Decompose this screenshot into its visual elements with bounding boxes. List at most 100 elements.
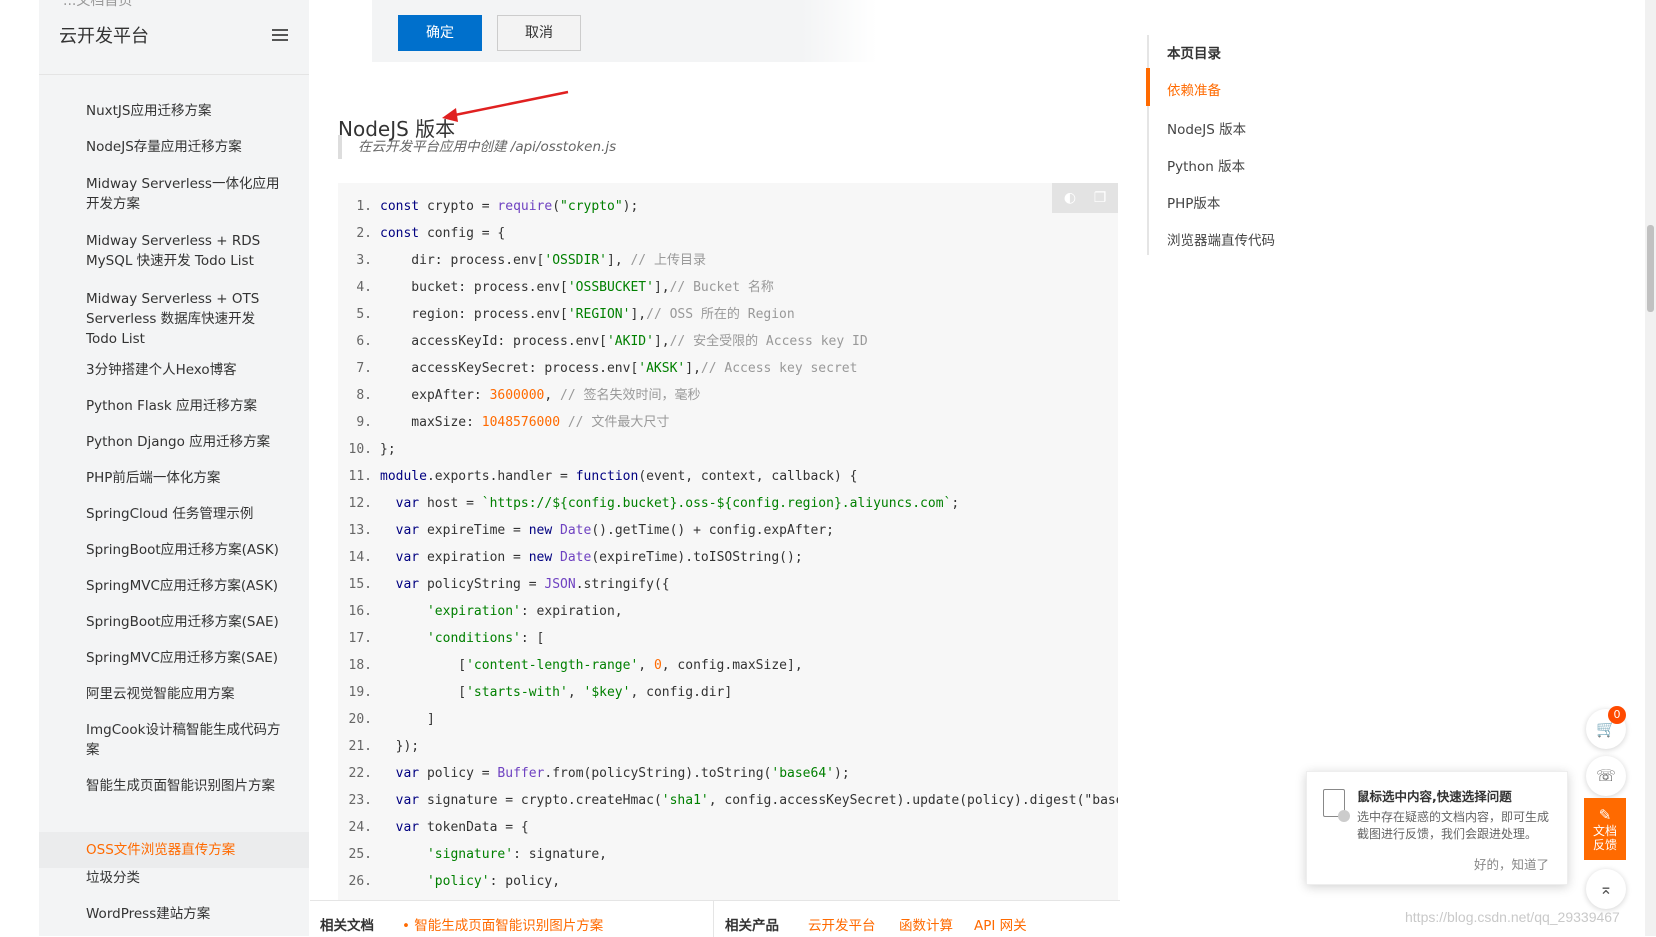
code-line: 20. ] <box>338 706 435 733</box>
toc-title: 本页目录 <box>1167 46 1221 62</box>
doc-sidebar: NextJS应用迁移方案NuxtJS应用迁移方案NodeJS存量应用迁移方案Mi… <box>39 0 309 936</box>
line-number: 18. <box>348 658 372 673</box>
sidebar-item[interactable]: SpringMVC应用迁移方案(SAE) <box>39 648 309 668</box>
toggle-theme-icon[interactable]: ◐ <box>1062 190 1078 206</box>
code-text: accessKeySecret: process.env['AKSK'],// … <box>380 361 858 376</box>
sidebar-item[interactable]: WordPress建站方案 <box>39 904 309 924</box>
code-text: ] <box>380 712 435 727</box>
popup-text: 选中存在疑惑的文档内容，即可生成截图进行反馈，我们会跟进处理。 <box>1357 810 1550 841</box>
line-number: 2. <box>356 226 372 241</box>
sidebar-item[interactable]: OSS文件浏览器直传方案 <box>39 832 309 868</box>
sidebar-item[interactable]: Midway Serverless + RDS MySQL 快速开发 Todo … <box>39 231 309 271</box>
sidebar-item[interactable]: SpringCloud 任务管理示例 <box>39 504 309 524</box>
line-number: 10. <box>348 442 372 457</box>
code-text: var tokenData = { <box>395 820 529 835</box>
code-text: var host = `https://${config.bucket}.oss… <box>395 496 960 511</box>
product-link-2[interactable]: API 网关 <box>974 914 1027 934</box>
code-text: }; <box>380 442 396 457</box>
sidebar-item[interactable]: Midway Serverless + OTS Serverless 数据库快速… <box>39 289 309 349</box>
toc-item[interactable]: 浏览器端直传代码 <box>1167 229 1275 249</box>
phone-icon[interactable]: ☏ <box>1586 756 1626 796</box>
section-note: 在云开发平台应用中创建 /api/osstoken.js <box>338 135 616 159</box>
sidebar-item[interactable]: ImgCook设计稿智能生成代码方案 <box>39 720 309 760</box>
sidebar-item[interactable]: 智能生成页面智能识别图片方案 <box>39 776 309 796</box>
line-number: 5. <box>356 307 372 322</box>
line-number: 12. <box>348 496 372 511</box>
code-text: }); <box>380 739 420 754</box>
line-number: 13. <box>348 523 372 538</box>
menu-icon[interactable] <box>272 29 288 41</box>
toc-item[interactable]: NodeJS 版本 <box>1167 118 1246 138</box>
sidebar-item[interactable]: NodeJS存量应用迁移方案 <box>39 137 309 157</box>
sidebar-item[interactable]: SpringMVC应用迁移方案(ASK) <box>39 576 309 596</box>
sidebar-item[interactable]: PHP前后端一体化方案 <box>39 468 309 488</box>
line-number: 4. <box>356 280 372 295</box>
code-line: 12. var host = `https://${config.bucket}… <box>338 490 960 517</box>
code-text: ['starts-with', '$key', config.dir] <box>380 685 733 700</box>
code-line: 2. const config = { <box>338 220 505 247</box>
sidebar-item[interactable]: NuxtJS应用迁移方案 <box>39 101 309 121</box>
code-line: 15. var policyString = JSON.stringify({ <box>338 571 670 598</box>
line-number: 15. <box>348 577 372 592</box>
product-link-0[interactable]: 云开发平台 <box>808 914 876 934</box>
line-number: 20. <box>348 712 372 727</box>
cart-count-badge: 0 <box>1608 706 1626 724</box>
code-text: bucket: process.env['OSSBUCKET'],// Buck… <box>380 280 774 295</box>
code-line: 4. bucket: process.env['OSSBUCKET'],// B… <box>338 274 774 301</box>
sidebar-item[interactable]: Midway Serverless一体化应用开发方案 <box>39 174 309 214</box>
toc-active-indicator <box>1146 68 1150 106</box>
code-line: 1. const crypto = require("crypto"); <box>338 193 638 220</box>
code-line: 18. ['content-length-range', 0, config.m… <box>338 652 803 679</box>
copy-icon[interactable]: ❐ <box>1092 190 1108 206</box>
scrollbar-thumb[interactable] <box>1647 225 1654 312</box>
code-text: ['content-length-range', 0, config.maxSi… <box>380 658 803 673</box>
page-scrollbar[interactable] <box>1645 0 1656 936</box>
product-link-1[interactable]: 函数计算 <box>899 914 953 934</box>
code-line: 10.}; <box>338 436 396 463</box>
sidebar-item[interactable]: SpringBoot应用迁移方案(ASK) <box>39 540 309 560</box>
confirm-button[interactable]: 确定 <box>398 15 482 51</box>
sidebar-item[interactable]: Python Django 应用迁移方案 <box>39 432 309 452</box>
line-number: 6. <box>356 334 372 349</box>
popup-dismiss-link[interactable]: 好的，知道了 <box>1474 854 1549 873</box>
sidebar-item[interactable]: SpringBoot应用迁移方案(SAE) <box>39 612 309 632</box>
line-number: 23. <box>348 793 372 808</box>
sidebar-header: ...文档首页 云开发平台 <box>39 0 309 75</box>
toc-item[interactable]: PHP版本 <box>1167 192 1220 212</box>
line-number: 3. <box>356 253 372 268</box>
code-text: accessKeyId: process.env['AKID'],// 安全受限… <box>380 334 868 349</box>
feedback-label-2: 反馈 <box>1592 838 1617 852</box>
code-text: 'conditions': [ <box>426 631 545 646</box>
sidebar-item[interactable]: 3分钟搭建个人Hexo博客 <box>39 360 309 380</box>
code-text: const config = { <box>380 226 506 241</box>
related-products-label: 相关产品 <box>725 918 779 934</box>
line-number: 25. <box>348 847 372 862</box>
sidebar-item[interactable]: 阿里云视觉智能应用方案 <box>39 684 309 704</box>
code-line: 16. 'expiration': expiration, <box>338 598 623 625</box>
code-line: 9. maxSize: 1048576000 // 文件最大尺寸 <box>338 409 669 436</box>
code-line: 5. region: process.env['REGION'],// OSS … <box>338 301 794 328</box>
document-icon <box>1323 789 1350 822</box>
popup-title: 鼠标选中内容,快速选择问题 <box>1357 789 1512 804</box>
code-text: 'signature': signature, <box>426 847 607 862</box>
line-number: 14. <box>348 550 372 565</box>
code-text: maxSize: 1048576000 // 文件最大尺寸 <box>380 415 670 430</box>
sidebar-item[interactable]: Python Flask 应用迁移方案 <box>39 396 309 416</box>
edit-icon: ✎ <box>1598 806 1612 824</box>
toc-item[interactable]: 依赖准备 <box>1167 79 1221 99</box>
code-toolbar: ◐ ❐ <box>1052 183 1118 213</box>
code-text: var policyString = JSON.stringify({ <box>395 577 670 592</box>
sidebar-breadcrumb[interactable]: ...文档首页 <box>63 0 132 10</box>
back-to-top-icon[interactable]: ⌅ <box>1586 869 1626 909</box>
sidebar-title[interactable]: 云开发平台 <box>59 22 149 48</box>
line-number: 17. <box>348 631 372 646</box>
code-text: 'policy': policy, <box>426 874 561 889</box>
doc-feedback-button[interactable]: ✎ 文档 反馈 <box>1584 798 1626 860</box>
code-line: 7. accessKeySecret: process.env['AKSK'],… <box>338 355 857 382</box>
line-number: 26. <box>348 874 372 889</box>
cancel-button[interactable]: 取消 <box>497 15 581 51</box>
related-doc-link[interactable]: • 智能生成页面智能识别图片方案 <box>402 914 603 934</box>
sidebar-item[interactable]: 垃圾分类 <box>39 868 309 888</box>
toc-item[interactable]: Python 版本 <box>1167 155 1245 175</box>
line-number: 22. <box>348 766 372 781</box>
